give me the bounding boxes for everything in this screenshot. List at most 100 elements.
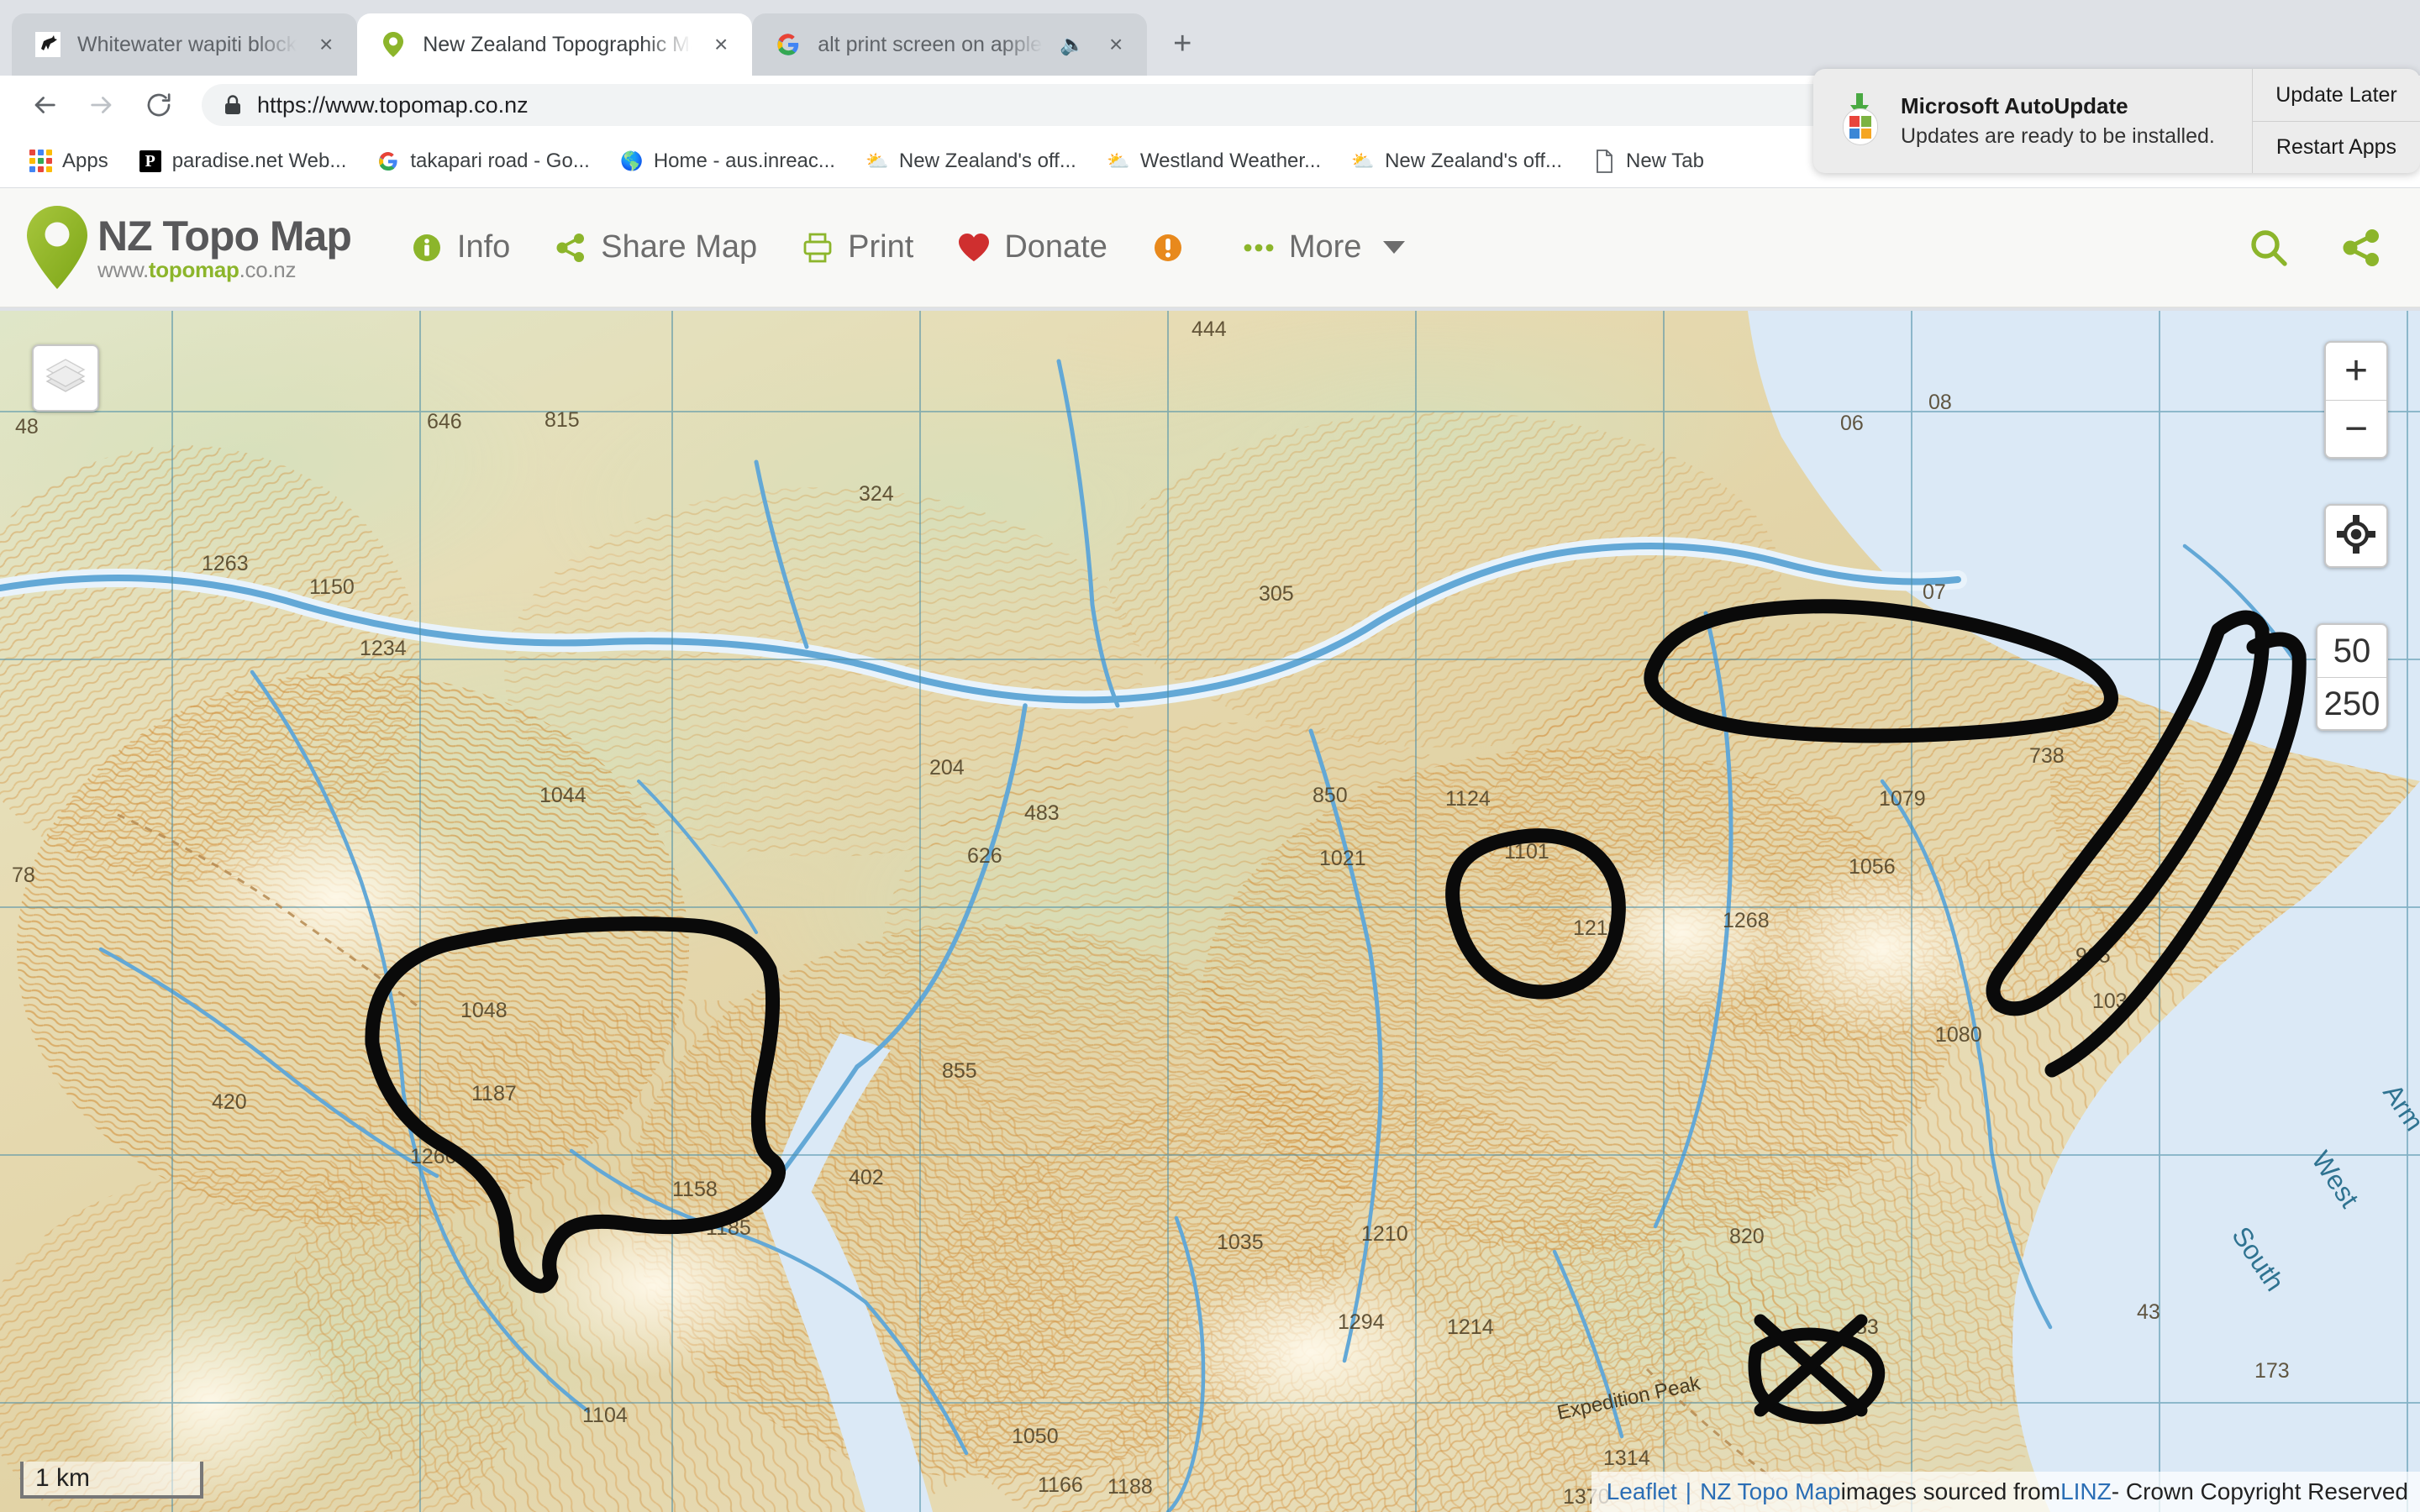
contour-option-250[interactable]: 250 [2317, 677, 2386, 729]
spot-height-label: 1166 [1038, 1473, 1083, 1497]
topographic-map-canvas[interactable]: 646 815 1263 1150 1234 324 444 305 204 483 626 850 1… [0, 311, 2420, 1512]
spot-height-label: 1158 [672, 1178, 718, 1201]
nav-item-share-map[interactable]: Share Map [535, 221, 776, 274]
spot-height-label: 1124 [1445, 787, 1491, 811]
browser-tab-0[interactable]: Whitewater wapiti block × [12, 13, 358, 76]
share-nodes-icon [554, 231, 587, 265]
bookmark-label: Westland Weather... [1139, 149, 1322, 172]
bookmark-apps[interactable]: Apps [15, 141, 122, 181]
bookmark-westland-weather[interactable]: ⛅ Westland Weather... [1093, 141, 1334, 181]
nav-label: More [1288, 229, 1362, 265]
spot-height-label: 402 [849, 1166, 884, 1189]
linz-link[interactable]: LINZ [2060, 1478, 2112, 1505]
close-icon[interactable]: × [312, 30, 340, 59]
spot-height-label: 43 [2137, 1300, 2160, 1324]
spot-height-label: 1234 [360, 637, 407, 660]
spot-height-label: 78 [12, 864, 35, 887]
info-circle-icon [410, 231, 444, 265]
heart-icon [957, 231, 991, 265]
share-icon[interactable] [2338, 224, 2385, 271]
nav-item-alert[interactable] [1133, 223, 1217, 273]
spot-height-label: 1188 [1107, 1475, 1153, 1499]
spot-height-label: 1056 [1849, 855, 1896, 879]
spot-height-label: 1021 [1319, 847, 1366, 870]
contour-option-50[interactable]: 50 [2317, 625, 2386, 677]
bookmark-paradise[interactable]: P paradise.net Web... [125, 141, 360, 181]
spot-height-label: 1079 [1879, 787, 1926, 811]
bookmark-label: takapari road - Go... [410, 149, 590, 172]
spot-height-label: 08 [1928, 391, 1952, 414]
spot-height-label: 815 [544, 408, 580, 432]
nav-item-print[interactable]: Print [782, 221, 932, 274]
bookmark-takapari-road[interactable]: takapari road - Go... [363, 141, 602, 181]
map-viewport[interactable]: 646 815 1263 1150 1234 324 444 305 204 483 626 850 1… [0, 311, 2420, 1512]
apps-grid-icon [29, 150, 52, 173]
header-actions [2245, 224, 2391, 271]
close-icon[interactable]: × [1102, 30, 1130, 59]
spot-height-label: 305 [1259, 582, 1294, 606]
ellipsis-icon [1242, 231, 1276, 265]
weather-icon: ⛅ [865, 150, 889, 171]
spot-height-label: 1268 [1723, 909, 1770, 932]
globe-icon: 🌎 [620, 150, 644, 171]
map-pin-icon [379, 30, 408, 59]
leaflet-link[interactable]: Leaflet [1607, 1478, 1677, 1505]
spot-height-label: 850 [1313, 784, 1348, 807]
bookmark-nz-metservice-1[interactable]: ⛅ New Zealand's off... [852, 141, 1090, 181]
bookmark-label: New Zealand's off... [898, 149, 1076, 172]
back-button[interactable] [18, 79, 71, 131]
topomap-link[interactable]: NZ Topo Map [1700, 1478, 1841, 1505]
crosshair-icon [2336, 514, 2376, 559]
alert-circle-icon [1151, 231, 1185, 265]
spot-height-label: 1080 [1935, 1023, 1982, 1047]
zoom-controls: + − [2324, 341, 2388, 459]
spot-height-label: 646 [427, 410, 462, 433]
spot-height-label: 48 [15, 415, 39, 438]
logo-domain-brand: topomap [148, 256, 239, 282]
chevron-down-icon [1383, 241, 1406, 254]
zoom-out-button[interactable]: − [2326, 400, 2386, 457]
browser-window: Whitewater wapiti block × New Zealand To… [0, 0, 2420, 1512]
restart-apps-button[interactable]: Restart Apps [2253, 121, 2420, 173]
bookmark-nz-metservice-2[interactable]: ⛅ New Zealand's off... [1338, 141, 1576, 181]
zoom-in-button[interactable]: + [2326, 343, 2386, 400]
search-icon[interactable] [2245, 224, 2292, 271]
notification-message: Updates are ready to be installed. [1901, 124, 2215, 148]
scale-label: 1 km [35, 1464, 91, 1492]
layers-button[interactable] [32, 344, 99, 412]
microsoft-download-icon [1837, 93, 1882, 147]
spot-height-label: 738 [2029, 744, 2065, 768]
spot-height-label: 1314 [1603, 1446, 1650, 1470]
spot-height-label: 1044 [539, 784, 587, 807]
locate-button[interactable] [2324, 504, 2388, 568]
bookmark-aus-inreach[interactable]: 🌎 Home - aus.inreac... [607, 141, 849, 181]
new-tab-button[interactable]: + [1159, 20, 1206, 67]
google-icon [376, 150, 400, 173]
browser-tab-1[interactable]: New Zealand Topographic Map × [357, 13, 753, 76]
bookmark-new-tab[interactable]: New Tab [1579, 141, 1718, 181]
site-logo[interactable]: NZ Topo Map www.topomap.co.nz [22, 204, 352, 291]
bookmark-label: New Zealand's off... [1385, 149, 1562, 172]
site-header: NZ Topo Map www.topomap.co.nz Info Share… [0, 188, 2420, 307]
forward-button[interactable] [76, 79, 128, 131]
update-later-button[interactable]: Update Later [2253, 69, 2420, 121]
nav-label: Donate [1004, 229, 1107, 265]
contour-interval-controls: 50 250 [2316, 623, 2388, 731]
browser-tab-2[interactable]: alt print screen on apple ke 🔈 × [752, 13, 1148, 76]
reload-button[interactable] [133, 79, 185, 131]
spot-height-label: 1035 [1217, 1231, 1264, 1254]
spot-height-label: 444 [1192, 318, 1227, 341]
nav-label: Share Map [601, 229, 758, 265]
close-icon[interactable]: × [707, 30, 735, 59]
nav-item-donate[interactable]: Donate [939, 221, 1126, 274]
nav-item-info[interactable]: Info [392, 221, 529, 274]
weather-icon: ⛅ [1351, 150, 1375, 171]
notification-content: Microsoft AutoUpdate Updates are ready t… [1813, 69, 2252, 173]
spot-height-label: 1210 [1361, 1222, 1408, 1246]
notification-title: Microsoft AutoUpdate [1901, 93, 2128, 118]
audio-playing-icon[interactable]: 🔈 [1058, 33, 1086, 57]
tab-title: New Zealand Topographic Map [423, 32, 692, 56]
nav-item-more[interactable]: More [1223, 221, 1424, 274]
spot-height-label: 855 [942, 1059, 977, 1083]
spot-height-label: 1214 [1447, 1315, 1494, 1339]
